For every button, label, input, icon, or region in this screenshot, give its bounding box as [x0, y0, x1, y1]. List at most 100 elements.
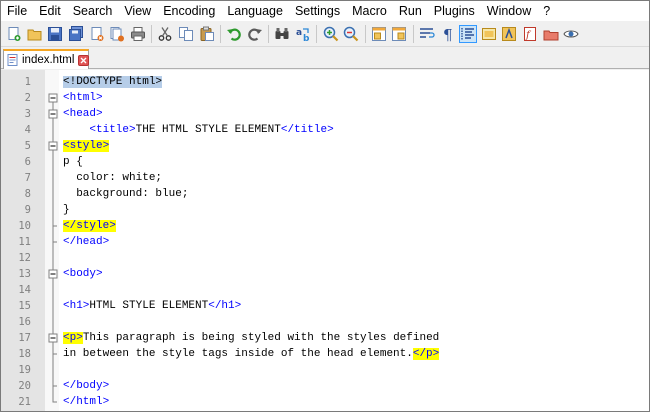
menu-edit[interactable]: Edit	[33, 1, 67, 21]
editor-area[interactable]: 1 <!DOCTYPE html> 2 <html> 3 <head> 4 <title>T…	[1, 70, 649, 411]
line-number: 16	[18, 316, 31, 328]
html-tag: </body>	[63, 380, 110, 392]
copy-icon[interactable]	[178, 26, 194, 42]
code-line[interactable]: 13 <body>	[1, 266, 649, 282]
open-file-icon[interactable]	[27, 26, 43, 42]
zoom-in-icon[interactable]	[323, 26, 339, 42]
find-icon[interactable]	[274, 26, 290, 42]
svg-text:b: b	[303, 34, 310, 42]
zoom-out-icon[interactable]	[343, 26, 359, 42]
doc-map-icon[interactable]	[481, 26, 497, 42]
menu-view[interactable]: View	[118, 1, 157, 21]
fold-line	[48, 154, 58, 170]
menu-plugins[interactable]: Plugins	[428, 1, 481, 21]
code-line[interactable]: 20 </body>	[1, 378, 649, 394]
code-line[interactable]: 18 in between the style tags inside of th…	[1, 346, 649, 362]
text-content: color: white;	[63, 172, 163, 184]
new-file-icon[interactable]	[6, 26, 22, 42]
code-line[interactable]: 2 <html>	[1, 90, 649, 106]
fold-toggle-icon[interactable]	[48, 106, 58, 122]
code-line[interactable]: 6 p {	[1, 154, 649, 170]
close-all-icon[interactable]	[109, 26, 125, 42]
html-tag: <body>	[63, 268, 103, 280]
fold-toggle-icon[interactable]	[48, 266, 58, 282]
indent-guide-icon[interactable]	[459, 24, 478, 43]
code-line[interactable]: 9}	[1, 202, 649, 218]
code-line[interactable]: 8 background: blue;	[1, 186, 649, 202]
word-wrap-icon[interactable]	[419, 26, 435, 42]
tab-label: index.html	[22, 54, 75, 66]
toolbar-separator	[364, 24, 366, 43]
menu-run[interactable]: Run	[393, 1, 428, 21]
line-number: 4	[24, 124, 31, 136]
monitoring-icon[interactable]	[543, 26, 559, 42]
print-icon[interactable]	[130, 26, 146, 42]
menu-settings[interactable]: Settings	[289, 1, 346, 21]
line-number: 9	[24, 204, 31, 216]
sync-vertical-icon[interactable]	[371, 26, 387, 42]
code-line[interactable]: 1 <!DOCTYPE html>	[1, 74, 649, 90]
function-list-icon[interactable]	[501, 26, 517, 42]
code-line[interactable]: 4 <title>THE HTML STYLE ELEMENT</title>	[1, 122, 649, 138]
menu-encoding[interactable]: Encoding	[157, 1, 221, 21]
fold-end	[48, 218, 58, 234]
toolbar-separator	[151, 24, 153, 43]
html-tag: </head>	[63, 236, 110, 248]
menu-search[interactable]: Search	[67, 1, 119, 21]
paste-icon[interactable]	[199, 26, 215, 42]
cut-icon[interactable]	[157, 26, 173, 42]
code-line[interactable]: 19	[1, 362, 649, 378]
line-number: 12	[18, 252, 31, 264]
show-all-chars-icon[interactable]: ¶	[440, 26, 456, 42]
code-line[interactable]: 12	[1, 250, 649, 266]
menu-help[interactable]: ?	[537, 1, 556, 21]
code-text: }	[63, 202, 70, 218]
code-text: <title>THE HTML STYLE ELEMENT</title>	[63, 122, 333, 138]
code-line[interactable]: 14	[1, 282, 649, 298]
eye-icon[interactable]	[563, 26, 579, 42]
code-line[interactable]: 17 <p>This paragraph is being styled with…	[1, 330, 649, 346]
text-content: in between the style tags inside of the …	[63, 348, 413, 360]
line-number: 6	[24, 156, 31, 168]
menu-language[interactable]: Language	[221, 1, 289, 21]
tab-close-icon[interactable]	[78, 54, 90, 66]
code-line[interactable]: 11 </head>	[1, 234, 649, 250]
fold-line	[48, 186, 58, 202]
code-line[interactable]: 16	[1, 314, 649, 330]
sync-horizontal-icon[interactable]	[391, 26, 407, 42]
line-number: 8	[24, 188, 31, 200]
line-number: 19	[18, 364, 31, 376]
save-icon[interactable]	[47, 26, 63, 42]
code-line[interactable]: 5 <style>	[1, 138, 649, 154]
code-text: <style>	[63, 138, 110, 154]
line-number: 2	[24, 92, 31, 104]
redo-icon[interactable]	[247, 26, 263, 42]
matched-tag: </style>	[63, 220, 116, 232]
line-number: 1	[24, 76, 31, 88]
toolbar-separator	[316, 24, 318, 43]
close-icon[interactable]	[89, 26, 105, 42]
save-all-icon[interactable]	[68, 25, 84, 42]
code-line[interactable]: 21 </html>	[1, 394, 649, 410]
text-content: This paragraph is being styled with the …	[82, 332, 440, 344]
replace-icon[interactable]: ab	[295, 26, 311, 42]
code-line[interactable]: 3 <head>	[1, 106, 649, 122]
code-text: <html>	[63, 90, 103, 106]
undo-icon[interactable]	[226, 26, 242, 42]
code-line[interactable]: 7 color: white;	[1, 170, 649, 186]
text-content	[63, 124, 89, 136]
code-line[interactable]: 15 <h1>HTML STYLE ELEMENT</h1>	[1, 298, 649, 314]
folder-workspace-icon[interactable]: f	[522, 26, 538, 42]
menu-window[interactable]: Window	[481, 1, 537, 21]
code-line[interactable]: 10 </style>	[1, 218, 649, 234]
fold-toggle-icon[interactable]	[48, 330, 58, 346]
fold-toggle-icon[interactable]	[48, 90, 58, 106]
menu-macro[interactable]: Macro	[346, 1, 393, 21]
html-tag: <title>	[89, 124, 136, 136]
line-number: 5	[24, 140, 31, 152]
menu-file[interactable]: File	[1, 1, 33, 21]
tab-index-html[interactable]: index.html	[3, 49, 90, 69]
html-tag: </h1>	[208, 300, 242, 312]
line-number: 7	[24, 172, 31, 184]
fold-toggle-icon[interactable]	[48, 138, 58, 154]
